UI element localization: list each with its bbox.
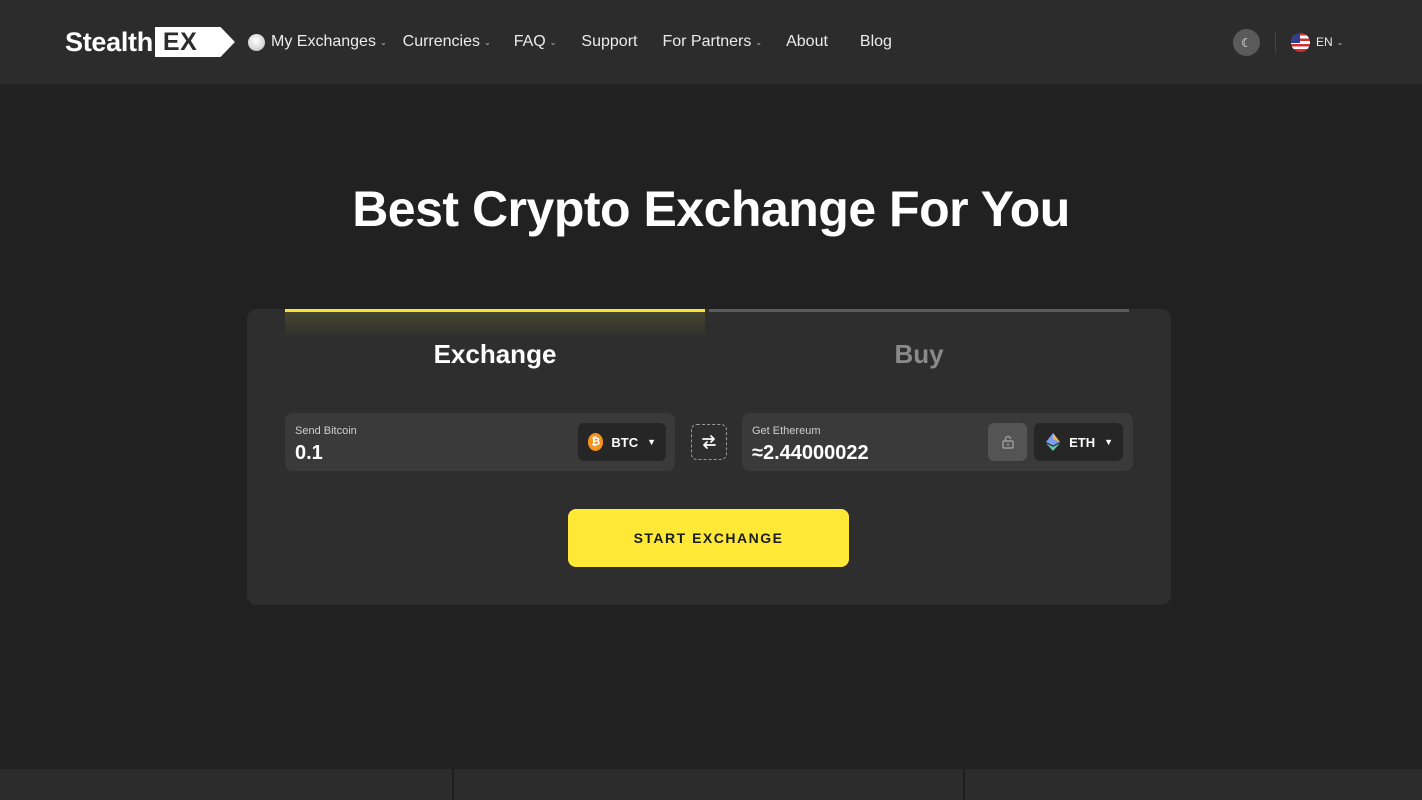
- chevron-down-icon: ⌄: [1336, 37, 1344, 47]
- stealthex-logo[interactable]: Stealth EX: [65, 26, 235, 58]
- ethereum-icon: [1044, 433, 1061, 451]
- bitcoin-icon: ₿: [588, 433, 604, 451]
- theme-toggle-button[interactable]: ☾: [1233, 29, 1260, 56]
- get-amount-output: ≈2.44000022: [752, 442, 869, 464]
- nav-currencies[interactable]: Currencies ⌄: [403, 33, 491, 51]
- unlock-icon: [1001, 435, 1014, 449]
- strip-divider: [963, 769, 965, 800]
- nav-faq[interactable]: FAQ ⌄: [514, 33, 557, 51]
- caret-down-icon: ▼: [1104, 437, 1113, 447]
- top-header: Stealth EX My Exchanges ⌄ Currencies ⌄ F…: [0, 0, 1422, 84]
- tab-glow: [285, 312, 705, 338]
- main-nav: My Exchanges ⌄ Currencies ⌄ FAQ ⌄ Suppor…: [248, 30, 892, 54]
- fixed-rate-lock-button[interactable]: [988, 423, 1027, 461]
- swap-arrows-icon: [702, 435, 716, 449]
- get-currency-code: ETH: [1069, 434, 1096, 450]
- tab-indicator-inactive: [709, 309, 1129, 312]
- tab-exchange[interactable]: Exchange: [285, 339, 705, 370]
- get-amount-field[interactable]: Get Ethereum ≈2.44000022 ETH ▼: [742, 413, 1133, 471]
- nav-label: My Exchanges: [271, 33, 376, 50]
- send-amount-field[interactable]: Send Bitcoin 0.1 ₿ BTC ▼: [285, 413, 675, 471]
- nav-label: FAQ: [513, 33, 546, 50]
- logo-text: Stealth: [65, 26, 153, 57]
- bottom-section-strip: [0, 769, 1422, 800]
- get-label: Get Ethereum: [752, 425, 821, 437]
- get-currency-select[interactable]: ETH ▼: [1034, 423, 1123, 461]
- nav-blog[interactable]: Blog: [860, 33, 892, 51]
- start-exchange-button[interactable]: START EXCHANGE: [568, 509, 849, 567]
- swap-currencies-button[interactable]: [691, 424, 727, 460]
- send-currency-select[interactable]: ₿ BTC ▼: [578, 423, 666, 461]
- chevron-down-icon: ⌄: [379, 37, 387, 47]
- page-title: Best Crypto Exchange For You: [352, 181, 1070, 237]
- nav-label: About: [786, 33, 828, 50]
- chevron-down-icon: ⌄: [484, 37, 491, 47]
- language-code: EN: [1316, 35, 1333, 49]
- moon-icon: ☾: [1241, 35, 1252, 50]
- nav-label: Support: [581, 33, 638, 50]
- nav-support[interactable]: Support: [581, 33, 637, 51]
- my-exchanges-status-icon: [248, 33, 265, 51]
- send-currency-code: BTC: [611, 434, 639, 450]
- nav-label: Currencies: [402, 33, 480, 50]
- nav-for-partners[interactable]: For Partners ⌄: [662, 33, 762, 51]
- send-amount-input[interactable]: 0.1: [295, 442, 323, 465]
- send-label: Send Bitcoin: [295, 425, 357, 437]
- caret-down-icon: ▼: [647, 437, 656, 447]
- nav-my-exchanges[interactable]: My Exchanges ⌄: [248, 33, 387, 51]
- chevron-down-icon: ⌄: [549, 37, 557, 47]
- header-divider: [1275, 31, 1276, 53]
- exchange-widget: Exchange Buy Send Bitcoin 0.1 ₿ BTC ▼ Ge…: [247, 309, 1171, 605]
- us-flag-icon: [1291, 32, 1310, 52]
- chevron-down-icon: ⌄: [755, 37, 763, 47]
- strip-divider: [452, 769, 454, 800]
- nav-label: Blog: [859, 33, 892, 50]
- nav-about[interactable]: About: [786, 33, 828, 51]
- tab-buy[interactable]: Buy: [709, 339, 1129, 370]
- logo-badge: EX: [154, 27, 235, 57]
- language-selector[interactable]: EN ⌄: [1291, 32, 1343, 52]
- nav-label: For Partners: [662, 33, 752, 50]
